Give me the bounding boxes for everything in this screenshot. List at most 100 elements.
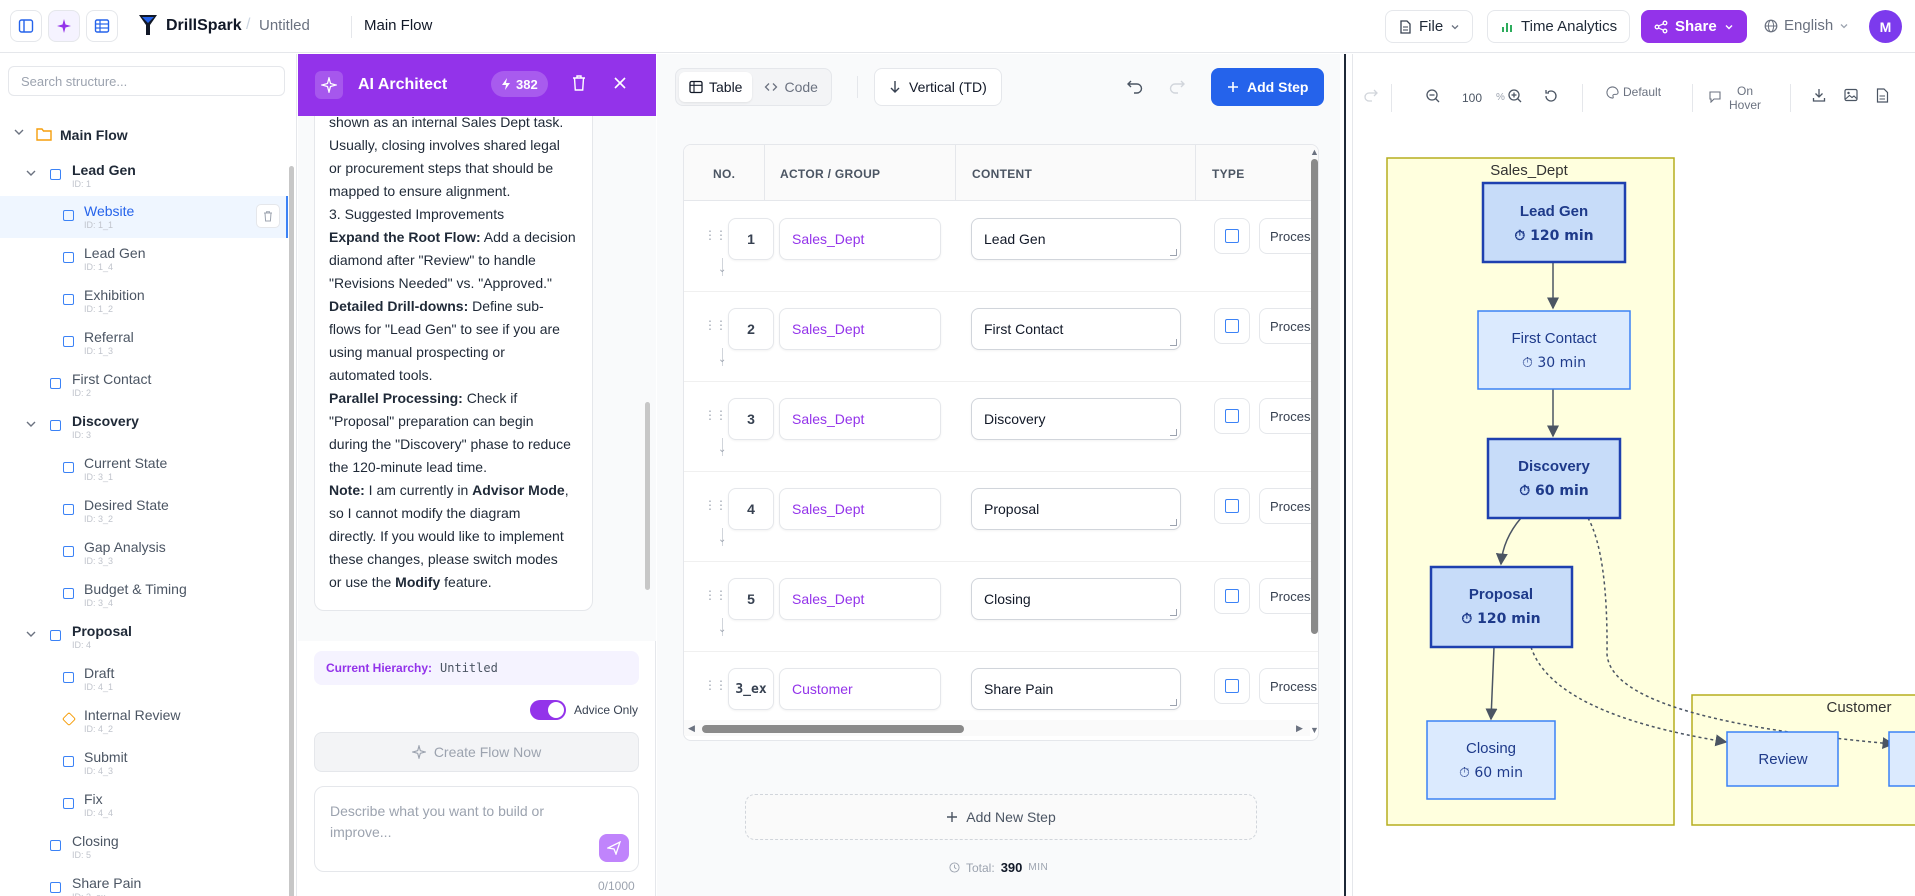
tree-item-website[interactable]: Website ID: 1_1	[0, 196, 288, 238]
send-button[interactable]	[599, 834, 629, 862]
step-number[interactable]: 4	[728, 488, 774, 530]
share-button[interactable]: Share	[1641, 10, 1747, 43]
actor-field[interactable]: Sales_Dept	[779, 398, 941, 440]
type-shape-button[interactable]	[1214, 668, 1250, 704]
file-menu-button[interactable]: File	[1385, 10, 1474, 43]
drag-handle-icon[interactable]: ⋮⋮	[704, 319, 727, 331]
content-field[interactable]: Closing	[971, 578, 1181, 620]
toggle-sidebar-button[interactable]	[10, 10, 42, 42]
type-shape-button[interactable]	[1214, 578, 1250, 614]
tree-item-desired-state[interactable]: Desired State ID: 3_2	[0, 490, 288, 532]
pane-divider[interactable]	[1344, 54, 1346, 896]
actor-field[interactable]: Sales_Dept	[779, 578, 941, 620]
actor-field[interactable]: Sales_Dept	[779, 308, 941, 350]
chat-scrollbar[interactable]	[645, 402, 650, 590]
language-selector[interactable]: English	[1764, 17, 1849, 34]
message-text: or use the	[329, 574, 392, 590]
actor-field[interactable]: Customer	[779, 668, 941, 710]
node-first-contact[interactable]	[1477, 310, 1631, 390]
type-shape-button[interactable]	[1214, 308, 1250, 344]
direction-button[interactable]: Vertical (TD)	[874, 68, 1002, 106]
scroll-left-icon[interactable]: ◀	[688, 723, 695, 734]
drag-handle-icon[interactable]: ⋮⋮	[704, 409, 727, 421]
type-shape-button[interactable]	[1214, 398, 1250, 434]
scroll-down-icon[interactable]: ▼	[1310, 725, 1318, 735]
tree-item-budget-timing[interactable]: Budget & Timing ID: 3_4	[0, 574, 288, 616]
actor-field[interactable]: Sales_Dept	[779, 218, 941, 260]
tree-item-draft[interactable]: Draft ID: 4_1	[0, 658, 288, 700]
prompt-input[interactable]	[330, 801, 590, 845]
tree-item-closing[interactable]: Closing ID: 5	[0, 826, 288, 868]
time-analytics-button[interactable]: Time Analytics	[1487, 10, 1631, 43]
node-closing[interactable]	[1426, 720, 1556, 800]
chevron-down-icon[interactable]	[24, 627, 38, 641]
content-field[interactable]: Lead Gen	[971, 218, 1181, 260]
scroll-up-icon[interactable]: ▲	[1310, 147, 1318, 157]
node-proposal[interactable]	[1429, 565, 1574, 649]
tree-item-gap-analysis[interactable]: Gap Analysis ID: 3_3	[0, 532, 288, 574]
tree-item-fix[interactable]: Fix ID: 4_4	[0, 784, 288, 826]
node-share-pain[interactable]	[1888, 731, 1915, 787]
chevron-down-icon[interactable]	[24, 417, 38, 431]
drag-handle-icon[interactable]: ⋮⋮	[704, 499, 727, 511]
redo-icon[interactable]	[1168, 78, 1186, 94]
tab-table[interactable]: Table	[679, 72, 753, 102]
tree-item-label: Lead Gen	[84, 245, 146, 261]
tab-code[interactable]: Code	[754, 72, 827, 102]
step-number[interactable]: 5	[728, 578, 774, 620]
scroll-right-icon[interactable]: ▶	[1296, 723, 1303, 734]
actor-field[interactable]: Sales_Dept	[779, 488, 941, 530]
process-shape-icon	[1225, 319, 1239, 333]
table-horizontal-scrollbar[interactable]: ◀ ▶	[684, 720, 1310, 736]
tree-item-main-flow[interactable]: Main Flow	[0, 114, 288, 156]
content-field[interactable]: Discovery	[971, 398, 1181, 440]
create-flow-button[interactable]: Create Flow Now	[314, 732, 639, 772]
type-shape-button[interactable]	[1214, 218, 1250, 254]
step-number[interactable]: 2	[728, 308, 774, 350]
add-step-button[interactable]: Add Step	[1211, 68, 1325, 106]
step-number[interactable]: 3_ex	[728, 668, 774, 710]
tree-item-first-contact[interactable]: First Contact ID: 2	[0, 364, 288, 406]
node-lead-gen[interactable]	[1481, 181, 1627, 264]
document-title[interactable]: Untitled	[259, 17, 310, 34]
advice-only-toggle[interactable]	[530, 700, 566, 720]
content-field[interactable]: First Contact	[971, 308, 1181, 350]
scrollbar-thumb[interactable]	[1311, 159, 1318, 634]
tree-item-share-pain[interactable]: Share Pain ID: 3_ex	[0, 868, 288, 896]
tree-item-exhibition[interactable]: Exhibition ID: 1_2	[0, 280, 288, 322]
process-node-icon	[63, 504, 74, 515]
delete-node-button[interactable]	[256, 204, 280, 228]
tree-item-lead-gen-sub[interactable]: Lead Gen ID: 1_4	[0, 238, 288, 280]
scrollbar-thumb[interactable]	[702, 725, 964, 733]
node-discovery[interactable]	[1486, 437, 1622, 520]
tree-item-current-state[interactable]: Current State ID: 3_1	[0, 448, 288, 490]
add-new-step-button[interactable]: Add New Step	[745, 794, 1257, 840]
step-number[interactable]: 1	[728, 218, 774, 260]
undo-icon[interactable]	[1126, 78, 1144, 94]
step-number[interactable]: 3	[728, 398, 774, 440]
tree-item-internal-review[interactable]: Internal Review ID: 4_2	[0, 700, 288, 742]
toggle-ai-button[interactable]	[48, 10, 80, 42]
tree-item-lead-gen[interactable]: Lead Gen ID: 1	[0, 155, 288, 197]
content-field[interactable]: Share Pain	[971, 668, 1181, 710]
sidebar-scrollbar[interactable]	[289, 166, 294, 896]
toggle-table-button[interactable]	[86, 10, 118, 42]
tree-item-proposal[interactable]: Proposal ID: 4	[0, 616, 288, 658]
table-icon	[689, 80, 703, 94]
hierarchy-label: Current Hierarchy:	[326, 661, 433, 675]
clear-chat-icon[interactable]	[571, 74, 587, 92]
drag-handle-icon[interactable]: ⋮⋮	[704, 229, 727, 241]
tree-item-referral[interactable]: Referral ID: 1_3	[0, 322, 288, 364]
tree-item-submit[interactable]: Submit ID: 4_3	[0, 742, 288, 784]
table-vertical-scrollbar[interactable]: ▲ ▼	[1310, 145, 1318, 740]
search-input[interactable]	[8, 66, 285, 96]
content-field[interactable]: Proposal	[971, 488, 1181, 530]
drag-handle-icon[interactable]: ⋮⋮	[704, 679, 727, 691]
close-icon[interactable]	[612, 75, 628, 91]
tree-item-discovery[interactable]: Discovery ID: 3	[0, 406, 288, 448]
drag-handle-icon[interactable]: ⋮⋮	[704, 589, 727, 601]
avatar[interactable]: M	[1869, 10, 1902, 43]
chevron-down-icon[interactable]	[12, 125, 26, 139]
chevron-down-icon[interactable]	[24, 166, 38, 180]
type-shape-button[interactable]	[1214, 488, 1250, 524]
